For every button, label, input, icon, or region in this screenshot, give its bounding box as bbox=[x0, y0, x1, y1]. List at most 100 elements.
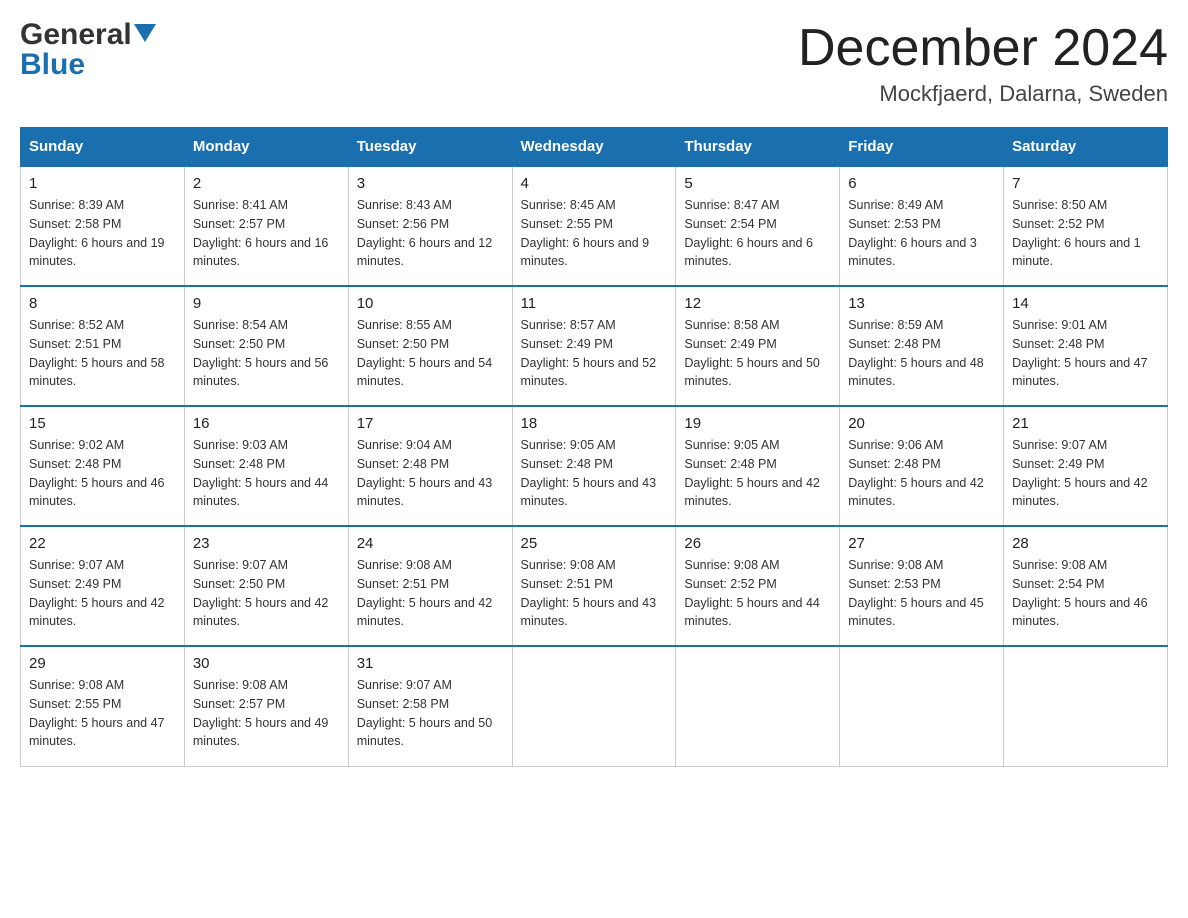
calendar-day-cell: 11 Sunrise: 8:57 AMSunset: 2:49 PMDayligh… bbox=[512, 286, 676, 406]
day-number: 19 bbox=[684, 415, 831, 432]
day-number: 3 bbox=[357, 175, 504, 192]
calendar-day-cell: 30 Sunrise: 9:08 AMSunset: 2:57 PMDayligh… bbox=[184, 646, 348, 766]
day-number: 9 bbox=[193, 295, 340, 312]
day-number: 1 bbox=[29, 175, 176, 192]
calendar-day-cell bbox=[676, 646, 840, 766]
day-number: 8 bbox=[29, 295, 176, 312]
calendar-day-cell: 26 Sunrise: 9:08 AMSunset: 2:52 PMDayligh… bbox=[676, 526, 840, 646]
day-number: 21 bbox=[1012, 415, 1159, 432]
calendar-day-cell: 31 Sunrise: 9:07 AMSunset: 2:58 PMDayligh… bbox=[348, 646, 512, 766]
calendar-header-row: Sunday Monday Tuesday Wednesday Thursday… bbox=[21, 128, 1168, 167]
logo: General Blue bbox=[20, 20, 156, 80]
day-number: 4 bbox=[521, 175, 668, 192]
day-info: Sunrise: 9:04 AMSunset: 2:48 PMDaylight:… bbox=[357, 436, 504, 511]
calendar-week-row: 1 Sunrise: 8:39 AMSunset: 2:58 PMDaylight… bbox=[21, 166, 1168, 286]
day-info: Sunrise: 9:08 AMSunset: 2:52 PMDaylight:… bbox=[684, 556, 831, 631]
col-tuesday: Tuesday bbox=[348, 128, 512, 167]
day-info: Sunrise: 8:55 AMSunset: 2:50 PMDaylight:… bbox=[357, 316, 504, 391]
calendar-day-cell: 4Sunrise: 8:45 AMSunset: 2:55 PMDaylight… bbox=[512, 166, 676, 286]
calendar-day-cell: 5 Sunrise: 8:47 AMSunset: 2:54 PMDaylight… bbox=[676, 166, 840, 286]
day-number: 16 bbox=[193, 415, 340, 432]
day-number: 28 bbox=[1012, 535, 1159, 552]
calendar-day-cell: 22 Sunrise: 9:07 AMSunset: 2:49 PMDayligh… bbox=[21, 526, 185, 646]
title-area: December 2024 Mockfjaerd, Dalarna, Swede… bbox=[798, 20, 1168, 107]
day-info: Sunrise: 8:54 AMSunset: 2:50 PMDaylight:… bbox=[193, 316, 340, 391]
calendar-day-cell: 18Sunrise: 9:05 AMSunset: 2:48 PMDayligh… bbox=[512, 406, 676, 526]
day-number: 25 bbox=[521, 535, 668, 552]
day-number: 24 bbox=[357, 535, 504, 552]
calendar-day-cell: 27 Sunrise: 9:08 AMSunset: 2:53 PMDayligh… bbox=[840, 526, 1004, 646]
day-info: Sunrise: 8:50 AMSunset: 2:52 PMDaylight:… bbox=[1012, 196, 1159, 271]
day-info: Sunrise: 9:03 AMSunset: 2:48 PMDaylight:… bbox=[193, 436, 340, 511]
calendar-day-cell: 28 Sunrise: 9:08 AMSunset: 2:54 PMDayligh… bbox=[1004, 526, 1168, 646]
logo-arrow-icon bbox=[134, 24, 156, 46]
col-sunday: Sunday bbox=[21, 128, 185, 167]
calendar-day-cell: 20Sunrise: 9:06 AMSunset: 2:48 PMDayligh… bbox=[840, 406, 1004, 526]
day-info: Sunrise: 9:07 AMSunset: 2:50 PMDaylight:… bbox=[193, 556, 340, 631]
day-number: 13 bbox=[848, 295, 995, 312]
calendar-day-cell: 21Sunrise: 9:07 AMSunset: 2:49 PMDayligh… bbox=[1004, 406, 1168, 526]
day-number: 22 bbox=[29, 535, 176, 552]
calendar-day-cell: 19 Sunrise: 9:05 AMSunset: 2:48 PMDayligh… bbox=[676, 406, 840, 526]
col-thursday: Thursday bbox=[676, 128, 840, 167]
day-number: 5 bbox=[684, 175, 831, 192]
calendar-day-cell: 3Sunrise: 8:43 AMSunset: 2:56 PMDaylight… bbox=[348, 166, 512, 286]
day-number: 29 bbox=[29, 655, 176, 672]
day-number: 27 bbox=[848, 535, 995, 552]
day-info: Sunrise: 9:07 AMSunset: 2:49 PMDaylight:… bbox=[29, 556, 176, 631]
day-info: Sunrise: 9:08 AMSunset: 2:55 PMDaylight:… bbox=[29, 676, 176, 751]
calendar-week-row: 15 Sunrise: 9:02 AMSunset: 2:48 PMDayligh… bbox=[21, 406, 1168, 526]
day-number: 10 bbox=[357, 295, 504, 312]
day-info: Sunrise: 9:08 AMSunset: 2:51 PMDaylight:… bbox=[357, 556, 504, 631]
day-info: Sunrise: 9:01 AMSunset: 2:48 PMDaylight:… bbox=[1012, 316, 1159, 391]
day-info: Sunrise: 9:08 AMSunset: 2:57 PMDaylight:… bbox=[193, 676, 340, 751]
calendar-day-cell: 9 Sunrise: 8:54 AMSunset: 2:50 PMDaylight… bbox=[184, 286, 348, 406]
calendar-table: Sunday Monday Tuesday Wednesday Thursday… bbox=[20, 127, 1168, 767]
calendar-day-cell: 25 Sunrise: 9:08 AMSunset: 2:51 PMDayligh… bbox=[512, 526, 676, 646]
day-number: 17 bbox=[357, 415, 504, 432]
day-info: Sunrise: 9:06 AMSunset: 2:48 PMDaylight:… bbox=[848, 436, 995, 511]
logo-blue: Blue bbox=[20, 50, 156, 80]
day-number: 31 bbox=[357, 655, 504, 672]
day-info: Sunrise: 8:47 AMSunset: 2:54 PMDaylight:… bbox=[684, 196, 831, 271]
calendar-day-cell bbox=[1004, 646, 1168, 766]
day-number: 7 bbox=[1012, 175, 1159, 192]
day-number: 11 bbox=[521, 295, 668, 312]
day-info: Sunrise: 9:02 AMSunset: 2:48 PMDaylight:… bbox=[29, 436, 176, 511]
day-info: Sunrise: 9:08 AMSunset: 2:54 PMDaylight:… bbox=[1012, 556, 1159, 631]
page-header: General Blue December 2024 Mockfjaerd, D… bbox=[20, 20, 1168, 107]
calendar-day-cell: 23Sunrise: 9:07 AMSunset: 2:50 PMDayligh… bbox=[184, 526, 348, 646]
day-number: 30 bbox=[193, 655, 340, 672]
day-info: Sunrise: 8:57 AMSunset: 2:49 PMDaylight:… bbox=[521, 316, 668, 391]
day-info: Sunrise: 9:05 AMSunset: 2:48 PMDaylight:… bbox=[521, 436, 668, 511]
calendar-day-cell: 24 Sunrise: 9:08 AMSunset: 2:51 PMDayligh… bbox=[348, 526, 512, 646]
calendar-day-cell: 6 Sunrise: 8:49 AMSunset: 2:53 PMDaylight… bbox=[840, 166, 1004, 286]
calendar-day-cell: 2Sunrise: 8:41 AMSunset: 2:57 PMDaylight… bbox=[184, 166, 348, 286]
calendar-day-cell: 14 Sunrise: 9:01 AMSunset: 2:48 PMDayligh… bbox=[1004, 286, 1168, 406]
calendar-week-row: 8Sunrise: 8:52 AMSunset: 2:51 PMDaylight… bbox=[21, 286, 1168, 406]
calendar-day-cell: 16 Sunrise: 9:03 AMSunset: 2:48 PMDayligh… bbox=[184, 406, 348, 526]
month-title: December 2024 bbox=[798, 20, 1168, 77]
logo-general: General bbox=[20, 20, 132, 50]
day-info: Sunrise: 8:58 AMSunset: 2:49 PMDaylight:… bbox=[684, 316, 831, 391]
calendar-day-cell: 1 Sunrise: 8:39 AMSunset: 2:58 PMDaylight… bbox=[21, 166, 185, 286]
day-info: Sunrise: 9:05 AMSunset: 2:48 PMDaylight:… bbox=[684, 436, 831, 511]
day-info: Sunrise: 8:41 AMSunset: 2:57 PMDaylight:… bbox=[193, 196, 340, 271]
day-info: Sunrise: 9:08 AMSunset: 2:53 PMDaylight:… bbox=[848, 556, 995, 631]
calendar-day-cell: 17 Sunrise: 9:04 AMSunset: 2:48 PMDayligh… bbox=[348, 406, 512, 526]
col-wednesday: Wednesday bbox=[512, 128, 676, 167]
calendar-day-cell: 13Sunrise: 8:59 AMSunset: 2:48 PMDayligh… bbox=[840, 286, 1004, 406]
col-monday: Monday bbox=[184, 128, 348, 167]
day-number: 6 bbox=[848, 175, 995, 192]
day-number: 26 bbox=[684, 535, 831, 552]
day-info: Sunrise: 8:39 AMSunset: 2:58 PMDaylight:… bbox=[29, 196, 176, 271]
calendar-day-cell: 29 Sunrise: 9:08 AMSunset: 2:55 PMDayligh… bbox=[21, 646, 185, 766]
calendar-day-cell: 15 Sunrise: 9:02 AMSunset: 2:48 PMDayligh… bbox=[21, 406, 185, 526]
day-info: Sunrise: 9:07 AMSunset: 2:58 PMDaylight:… bbox=[357, 676, 504, 751]
day-info: Sunrise: 9:08 AMSunset: 2:51 PMDaylight:… bbox=[521, 556, 668, 631]
day-number: 14 bbox=[1012, 295, 1159, 312]
col-friday: Friday bbox=[840, 128, 1004, 167]
day-info: Sunrise: 8:49 AMSunset: 2:53 PMDaylight:… bbox=[848, 196, 995, 271]
calendar-day-cell bbox=[840, 646, 1004, 766]
day-number: 15 bbox=[29, 415, 176, 432]
